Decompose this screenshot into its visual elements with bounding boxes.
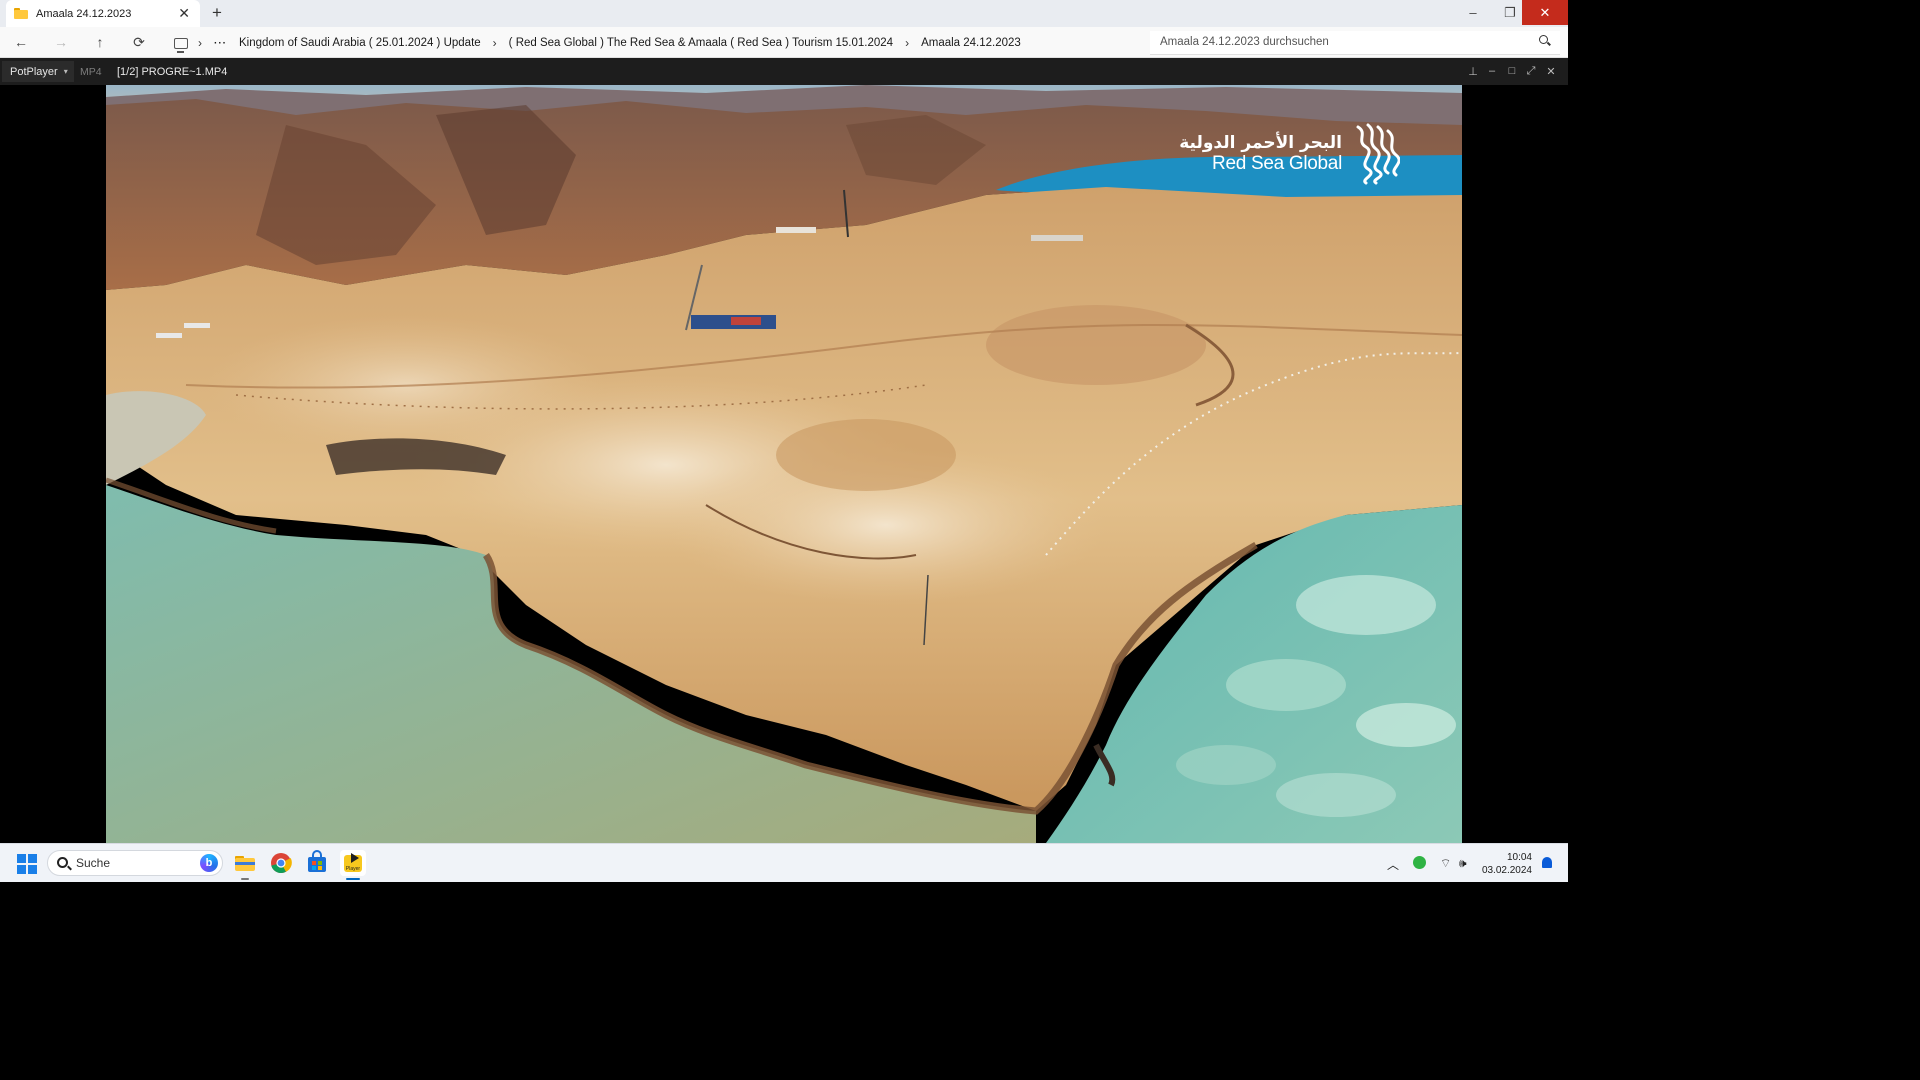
media-format-label: MP4 [80,66,102,78]
volume-icon[interactable]: 🕪 [1459,856,1467,871]
breadcrumb-chevron-icon[interactable]: › [198,36,202,50]
explorer-title-bar: Amaala 24.12.2023 ✕ + – ❐ ✕ [0,0,1568,27]
breadcrumb-overflow-button[interactable]: ··· [214,38,227,49]
clock-time: 10:04 [1506,852,1532,863]
logo-english-text: Red Sea Global [1212,153,1342,174]
potplayer-icon: Player [344,853,362,872]
logo-arabic-text: البحر الأحمر الدولية [1179,133,1342,153]
red-sea-global-emblem-icon [1356,123,1400,185]
running-indicator [241,878,249,880]
potplayer-title-bar: PotPlayer ▾ MP4 [1/2] PROGRE~1.MP4 ⊥ – □… [0,58,1568,85]
refresh-button[interactable]: ⟳ [130,34,148,51]
close-tab-icon[interactable]: ✕ [178,5,190,22]
breadcrumb-chevron-icon[interactable]: › [493,36,497,50]
security-shield-icon[interactable] [1413,856,1426,869]
chrome-taskbar-button[interactable] [268,850,294,876]
video-frame-aerial-coastline[interactable]: البحر الأحمر الدولية Red Sea Global [106,85,1462,843]
wifi-icon[interactable]: ⌔ [1440,856,1451,871]
chrome-icon [271,853,292,874]
taskbar-search-box[interactable]: Suche b [47,850,223,876]
potplayer-menu-button[interactable]: PotPlayer ▾ [2,61,74,82]
search-icon[interactable] [1539,35,1548,44]
search-input[interactable]: Amaala 24.12.2023 durchsuchen [1150,31,1560,55]
potplayer-taskbar-button[interactable]: Player [340,850,366,880]
windows-logo-icon [28,854,37,863]
video-area[interactable]: البحر الأحمر الدولية Red Sea Global [0,85,1568,843]
minimize-window-button[interactable]: – [1454,0,1492,25]
windows-logo-icon [28,865,37,874]
breadcrumb-item-ksa[interactable]: Kingdom of Saudi Arabia ( 25.01.2024 ) U… [239,37,481,49]
close-window-button[interactable]: ✕ [1522,0,1568,25]
potplayer-menu-label: PotPlayer [10,65,58,78]
bing-icon[interactable]: b [200,854,218,872]
folder-icon [235,856,255,871]
forward-button[interactable]: → [52,34,70,50]
search-icon [57,857,68,868]
windows-logo-icon [17,854,26,863]
start-button[interactable] [17,854,37,874]
aerial-scene-illustration [106,85,1462,843]
up-button[interactable]: ↑ [91,34,109,50]
running-indicator [346,878,360,880]
microsoft-store-taskbar-button[interactable] [304,850,330,876]
this-pc-icon[interactable] [174,37,188,53]
show-hidden-icons-chevron[interactable]: ︿ [1387,856,1399,873]
breadcrumb-chevron-icon[interactable]: › [905,36,909,50]
breadcrumb-item-amaala[interactable]: Amaala 24.12.2023 [921,37,1021,49]
player-close-button[interactable]: ✕ [1544,65,1558,78]
potplayer-icon-label: Player [346,866,361,872]
taskbar-search-label: Suche [76,856,111,870]
pin-on-top-button[interactable]: ⊥ [1466,65,1480,78]
folder-icon [14,8,28,19]
windows-taskbar: Suche b Player ︿ ⌔ 🕪 10:04 03.02.2024 [0,843,1568,882]
explorer-address-row: ← → ↑ ⟳ › ··· Kingdom of Saudi Arabia ( … [0,27,1568,58]
breadcrumb[interactable]: › ··· Kingdom of Saudi Arabia ( 25.01.20… [166,31,1144,55]
windows-logo-icon [17,865,26,874]
clock-date: 03.02.2024 [1481,865,1532,876]
back-button[interactable]: ← [12,34,30,50]
chevron-down-icon: ▾ [63,67,68,76]
breadcrumb-item-red-sea-global[interactable]: ( Red Sea Global ) The Red Sea & Amaala … [509,37,893,49]
search-placeholder: Amaala 24.12.2023 durchsuchen [1160,36,1329,48]
system-clock[interactable]: 10:04 03.02.2024 [1482,851,1532,877]
notification-bell-icon[interactable] [1542,857,1552,868]
red-sea-global-logo: البحر الأحمر الدولية Red Sea Global [1179,123,1400,185]
player-maximize-button[interactable]: □ [1505,65,1519,77]
player-fullscreen-button[interactable]: ⤢ [1524,65,1538,78]
file-explorer-taskbar-button[interactable] [232,850,258,880]
player-minimize-button[interactable]: – [1485,65,1499,77]
store-icon [308,850,326,872]
tab-amaala[interactable]: Amaala 24.12.2023 ✕ [6,0,200,27]
playlist-file-label: [1/2] PROGRE~1.MP4 [117,66,228,78]
tab-title: Amaala 24.12.2023 [36,7,132,20]
new-tab-button[interactable]: + [212,3,222,23]
